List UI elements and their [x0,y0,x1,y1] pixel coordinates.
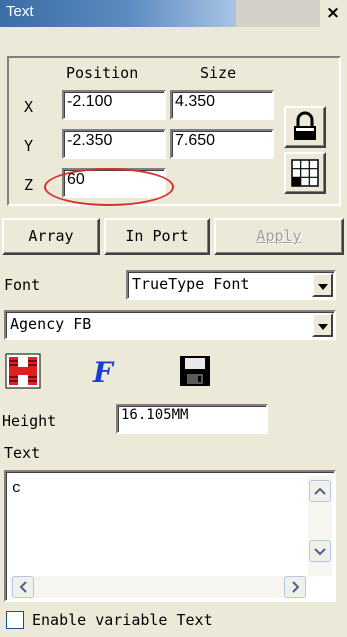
chevron-down-icon [318,284,328,290]
lock-button[interactable] [284,106,326,148]
font-settings-icon: F [92,356,115,389]
chevron-down-icon [318,324,328,330]
font-name-value: Agency FB [10,315,92,333]
horizontal-scrollbar-track[interactable] [10,576,306,598]
font-name-dropdown-button[interactable] [312,313,333,337]
y-label: Y [24,137,34,155]
font-settings-button[interactable]: F [86,352,124,390]
x-position-field[interactable]: -2.100 [62,90,166,120]
font-type-dropdown-button[interactable] [312,273,333,297]
z-label: Z [24,176,34,194]
text-content-area[interactable]: c [4,470,336,602]
scroll-down-button[interactable] [309,540,331,562]
in-port-button[interactable]: In Port [104,218,210,255]
scroll-up-icon [314,487,326,495]
lock-icon [294,111,316,140]
y-position-field[interactable]: -2.350 [62,129,166,159]
height-field[interactable]: 16.105MM [116,404,268,434]
title-bar-gradient [0,0,236,27]
save-icon [180,356,210,386]
position-header: Position [66,64,139,82]
svg-text:F: F [92,356,115,389]
base-point-grid-icon [291,159,319,187]
title-bar-fill [236,0,320,27]
save-button[interactable] [176,352,214,390]
text-label: Text [4,444,41,462]
text-content: c [12,480,22,497]
apply-button[interactable]: Apply [214,218,344,255]
hatch-icon [5,353,41,389]
y-size-field[interactable]: 7.650 [170,129,274,159]
font-type-value: TrueType Font [132,275,250,293]
scroll-up-button[interactable] [309,480,331,502]
window-title: Text [6,3,34,20]
enable-variable-text-checkbox[interactable] [6,611,24,629]
scroll-right-icon [292,581,300,593]
scroll-left-button[interactable] [12,576,34,598]
scroll-right-button[interactable] [284,576,306,598]
x-label: X [24,98,34,116]
scroll-left-icon [19,581,27,593]
x-size-field[interactable]: 4.350 [170,90,274,120]
close-button[interactable]: × [320,1,346,26]
hatch-button[interactable] [4,352,42,390]
size-header: Size [200,64,237,82]
z-highlight-annotation [44,168,174,206]
font-type-select[interactable]: TrueType Font [126,270,336,300]
height-label: Height [2,412,57,430]
enable-variable-text-label: Enable variable Text [32,611,213,629]
array-button[interactable]: Array [2,218,100,255]
font-label: Font [4,276,41,294]
scroll-down-icon [314,548,326,556]
base-point-button[interactable] [284,152,326,194]
font-name-select[interactable]: Agency FB [4,310,336,340]
